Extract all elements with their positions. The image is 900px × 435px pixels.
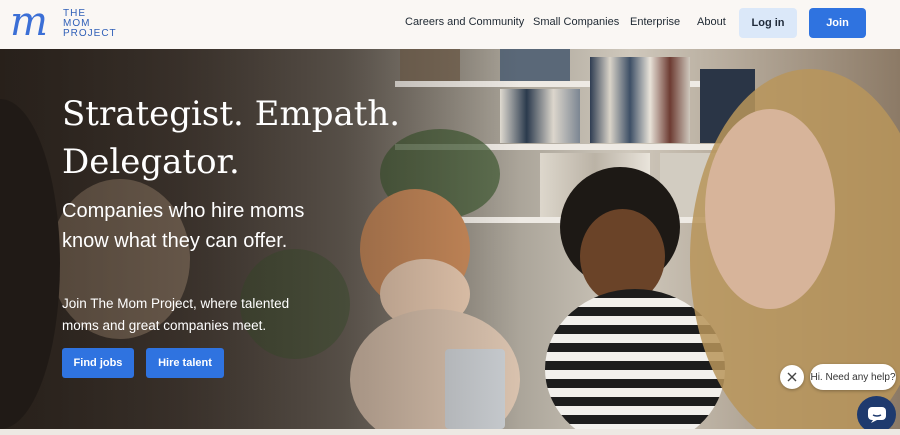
- chat-icon: [867, 406, 886, 423]
- page-bottom-strip: [0, 429, 900, 435]
- logo-mark: m: [10, 0, 48, 45]
- nav-small-companies[interactable]: Small Companies: [533, 16, 619, 28]
- logo-wordmark: THE MOM PROJECT: [63, 9, 117, 39]
- nav-enterprise[interactable]: Enterprise: [630, 16, 680, 28]
- logo-line: PROJECT: [63, 28, 117, 39]
- subhead-line: know what they can offer.: [62, 230, 288, 252]
- description-line: moms and great companies meet.: [62, 318, 267, 333]
- chat-close-button[interactable]: [780, 365, 804, 389]
- hero-headline: Strategist. Empath. Delegator.: [62, 90, 482, 186]
- join-button[interactable]: Join: [809, 8, 866, 38]
- subhead-line: Companies who hire moms: [62, 200, 305, 222]
- close-icon: [787, 372, 797, 382]
- top-navigation-bar: m THE MOM PROJECT Careers and Community …: [0, 0, 900, 49]
- hero-banner: Strategist. Empath. Delegator. Companies…: [0, 49, 900, 429]
- nav-careers-and-community[interactable]: Careers and Community: [405, 16, 524, 28]
- nav-about[interactable]: About: [697, 16, 726, 28]
- hero-description: Join The Mom Project, where talented mom…: [62, 293, 322, 337]
- find-jobs-button[interactable]: Find jobs: [62, 348, 134, 378]
- description-line: Join The Mom Project, where talented: [62, 296, 290, 311]
- chat-prompt-bubble[interactable]: Hi. Need any help?: [810, 364, 896, 390]
- chat-launcher-button[interactable]: [857, 396, 896, 433]
- headline-line: Delegator.: [62, 142, 240, 182]
- mom-project-logo[interactable]: m THE MOM PROJECT: [10, 2, 120, 42]
- hero-subheading: Companies who hire moms know what they c…: [62, 196, 382, 256]
- login-button[interactable]: Log in: [739, 8, 797, 38]
- hire-talent-button[interactable]: Hire talent: [146, 348, 224, 378]
- headline-line: Strategist. Empath.: [62, 94, 401, 134]
